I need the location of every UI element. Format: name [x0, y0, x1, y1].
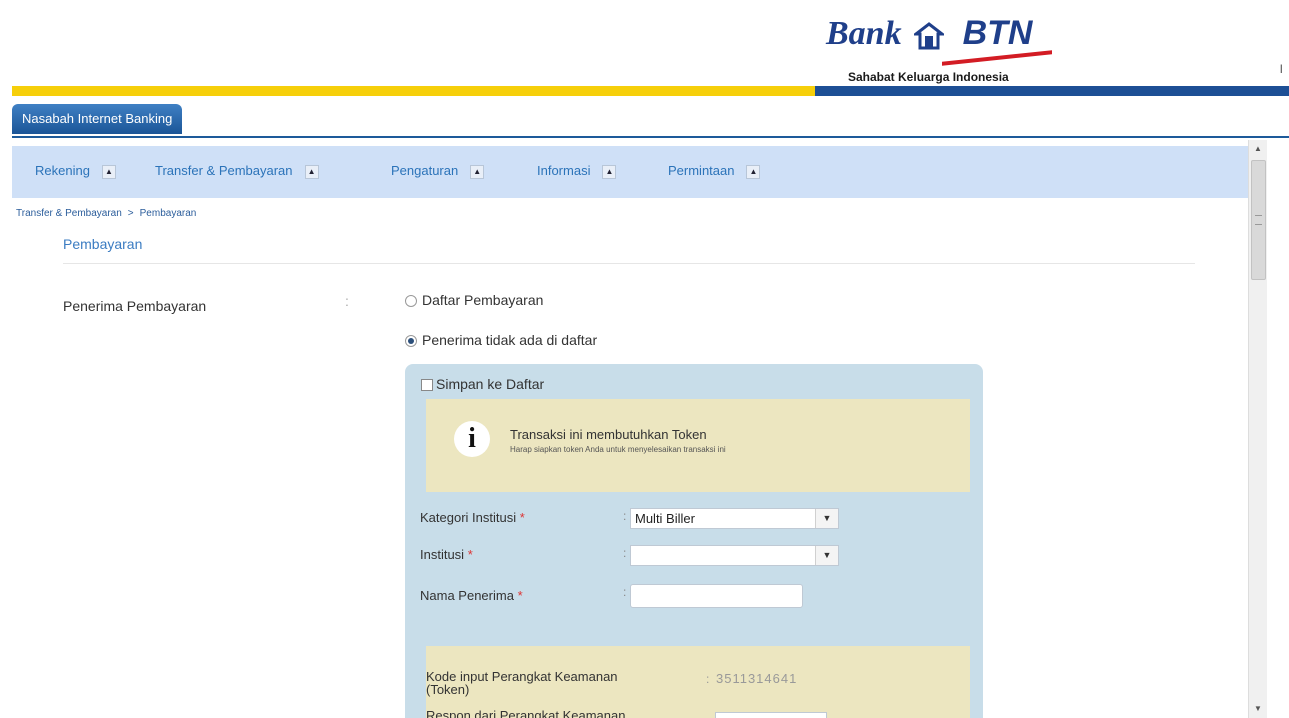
token-label-line2: (Token) — [426, 682, 470, 697]
breadcrumb-separator: > — [127, 208, 134, 219]
caret-up-icon[interactable]: ▲ — [602, 164, 617, 179]
main-menu: Rekening ▲ Transfer & Pembayaran ▲ Pengatu… — [12, 146, 1248, 198]
scroll-down-icon[interactable]: ▼ — [1249, 700, 1267, 718]
radio-button[interactable] — [405, 295, 417, 308]
vertical-scrollbar[interactable]: ▲ ▼ — [1248, 140, 1267, 718]
menu-item-transfer-pembayaran[interactable]: Transfer & Pembayaran ▲ — [155, 163, 319, 179]
menu-item-label: Transfer & Pembayaran — [155, 163, 293, 178]
info-title: Transaksi ini membutuhkan Token — [510, 427, 707, 442]
breadcrumb: Transfer & Pembayaran > Pembayaran — [16, 208, 196, 219]
kategori-label: Kategori Institusi * — [420, 510, 525, 525]
menu-item-label: Informasi — [537, 163, 591, 178]
required-mark: * — [467, 547, 473, 562]
recipient-label: Penerima Pembayaran — [63, 298, 207, 314]
save-to-list-label: Simpan ke Daftar — [436, 376, 545, 392]
token-code: 3511314641 — [716, 671, 798, 686]
breadcrumb-parent[interactable]: Transfer & Pembayaran — [16, 208, 122, 219]
info-subtitle: Harap siapkan token Anda untuk menyelesa… — [510, 445, 726, 454]
kategori-label-text: Kategori Institusi — [420, 510, 517, 525]
caret-up-icon[interactable]: ▲ — [101, 164, 116, 179]
logo-bank-text: Bank — [826, 15, 902, 52]
kategori-value: Multi Biller — [635, 511, 695, 526]
header-stripe-yellow — [12, 86, 827, 96]
menu-item-informasi[interactable]: Informasi ▲ — [537, 163, 617, 179]
scroll-thumb[interactable] — [1251, 160, 1266, 280]
edge-mark: I — [1279, 62, 1283, 76]
menu-item-pengaturan[interactable]: Pengaturan ▲ — [391, 163, 485, 179]
scroll-grip-icon — [1255, 215, 1262, 225]
save-to-list-checkbox[interactable] — [421, 379, 433, 392]
required-mark: * — [517, 588, 523, 603]
respon-input[interactable] — [715, 712, 827, 718]
menu-item-label: Rekening — [35, 163, 90, 178]
kategori-select[interactable]: Multi Biller ▼ — [630, 508, 839, 529]
page-title: Pembayaran — [63, 236, 143, 252]
logo-btn-text: BTN — [962, 14, 1033, 52]
token-label: Kode input Perangkat Keamanan (Token) — [426, 670, 688, 696]
nama-label: Nama Penerima * — [420, 588, 523, 603]
breadcrumb-current: Pembayaran — [139, 208, 197, 219]
recipient-colon: : — [345, 293, 349, 309]
token-colon: : — [706, 672, 710, 686]
logo-tagline: Sahabat Keluarga Indonesia — [848, 70, 1009, 84]
institusi-select[interactable]: ▼ — [630, 545, 839, 566]
nama-label-text: Nama Penerima — [420, 588, 514, 603]
info-icon: i — [454, 421, 490, 457]
radio-label: Penerima tidak ada di daftar — [422, 332, 598, 348]
kategori-colon: : — [623, 509, 627, 523]
caret-up-icon[interactable]: ▲ — [304, 164, 319, 179]
required-mark: * — [519, 510, 525, 525]
institusi-label-text: Institusi — [420, 547, 465, 562]
institusi-label: Institusi * — [420, 547, 473, 562]
nama-penerima-input[interactable] — [630, 584, 803, 608]
bank-btn-logo[interactable]: Bank BTN Sahabat Keluarga Indonesia — [826, 14, 1056, 94]
new-recipient-panel: Simpan ke Daftar i Transaksi ini membutu… — [405, 364, 983, 718]
caret-up-icon[interactable]: ▲ — [746, 164, 761, 179]
respon-label: Respon dari Perangkat Keamanan — [426, 708, 626, 718]
dropdown-arrow-icon[interactable]: ▼ — [815, 546, 838, 565]
token-box: Kode input Perangkat Keamanan (Token) : … — [426, 646, 970, 718]
menu-item-label: Permintaan — [668, 163, 735, 178]
radio-button-selected[interactable] — [405, 335, 417, 348]
dropdown-arrow-icon[interactable]: ▼ — [815, 509, 838, 528]
title-divider — [63, 263, 1195, 264]
radio-penerima-tidak-ada[interactable]: Penerima tidak ada di daftar — [405, 332, 597, 348]
tab-bar: Nasabah Internet Banking — [12, 104, 1289, 138]
menu-item-rekening[interactable]: Rekening ▲ — [35, 163, 116, 179]
header-stripe-blue — [815, 86, 1289, 96]
scroll-up-icon[interactable]: ▲ — [1249, 140, 1267, 158]
house-icon — [914, 22, 945, 50]
site-header: Bank BTN Sahabat Keluarga Indonesia I — [0, 0, 1289, 98]
tab-nasabah-internet-banking[interactable]: Nasabah Internet Banking — [12, 104, 183, 134]
nama-colon: : — [623, 585, 627, 599]
menu-item-label: Pengaturan — [391, 163, 459, 178]
main-content: Rekening ▲ Transfer & Pembayaran ▲ Pengatu… — [12, 140, 1248, 718]
radio-label: Daftar Pembayaran — [422, 292, 544, 308]
token-info-box: i Transaksi ini membutuhkan Token Harap … — [426, 399, 970, 492]
menu-item-permintaan[interactable]: Permintaan ▲ — [668, 163, 761, 179]
radio-daftar-pembayaran[interactable]: Daftar Pembayaran — [405, 292, 543, 308]
save-to-list-row[interactable]: Simpan ke Daftar — [421, 376, 544, 392]
institusi-colon: : — [623, 546, 627, 560]
caret-up-icon[interactable]: ▲ — [470, 164, 485, 179]
logo-wordmark: Bank BTN — [826, 14, 1032, 53]
